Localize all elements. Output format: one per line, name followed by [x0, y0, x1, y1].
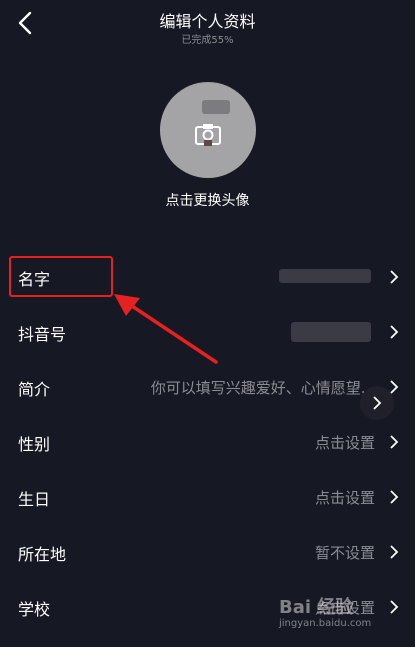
completion-status: 已完成55%: [181, 35, 234, 46]
row-birthday[interactable]: 生日 点击设置: [0, 472, 415, 522]
row-school-label: 学校: [18, 600, 51, 619]
annotation-highlight-box: [9, 256, 113, 297]
chevron-right-icon: [390, 325, 399, 339]
watermark-logo: Bai 经验: [279, 597, 354, 618]
page-title: 编辑个人资料: [159, 12, 256, 31]
change-avatar-label[interactable]: 点击更换头像: [0, 190, 415, 210]
chevron-right-icon: [390, 435, 399, 449]
row-gender[interactable]: 性别 点击设置: [0, 417, 415, 467]
row-bio-value: 你可以填写兴趣爱好、心情愿望...: [150, 379, 375, 397]
floating-expand-button[interactable]: [360, 386, 394, 420]
row-douyin-id-label: 抖音号: [18, 325, 67, 344]
row-gender-value: 点击设置: [314, 434, 375, 452]
baidu-jingyan-watermark: Bai 经验 jingyan.baidu.com: [279, 593, 399, 637]
chevron-right-icon: [373, 396, 382, 410]
chevron-right-icon: [390, 270, 399, 284]
row-location-value: 暂不设置: [314, 544, 375, 562]
douyin-id-value-blur: [291, 322, 371, 342]
row-gender-label: 性别: [18, 435, 51, 454]
watermark-url: jingyan.baidu.com: [279, 618, 372, 629]
row-birthday-value: 点击设置: [314, 489, 375, 507]
row-location[interactable]: 所在地 暂不设置: [0, 527, 415, 577]
row-location-label: 所在地: [18, 545, 67, 564]
camera-icon: [195, 124, 221, 146]
annotation-arrow-icon: [114, 294, 218, 364]
chevron-right-icon: [390, 545, 399, 559]
name-value-blur: [279, 269, 371, 283]
avatar-blur: [202, 100, 230, 114]
row-bio-label: 简介: [18, 380, 51, 399]
row-bio[interactable]: 简介 你可以填写兴趣爱好、心情愿望...: [0, 362, 415, 412]
row-birthday-label: 生日: [18, 490, 51, 509]
avatar[interactable]: [160, 82, 256, 178]
chevron-right-icon: [390, 490, 399, 504]
header-bar: 编辑个人资料 已完成55%: [0, 0, 415, 50]
